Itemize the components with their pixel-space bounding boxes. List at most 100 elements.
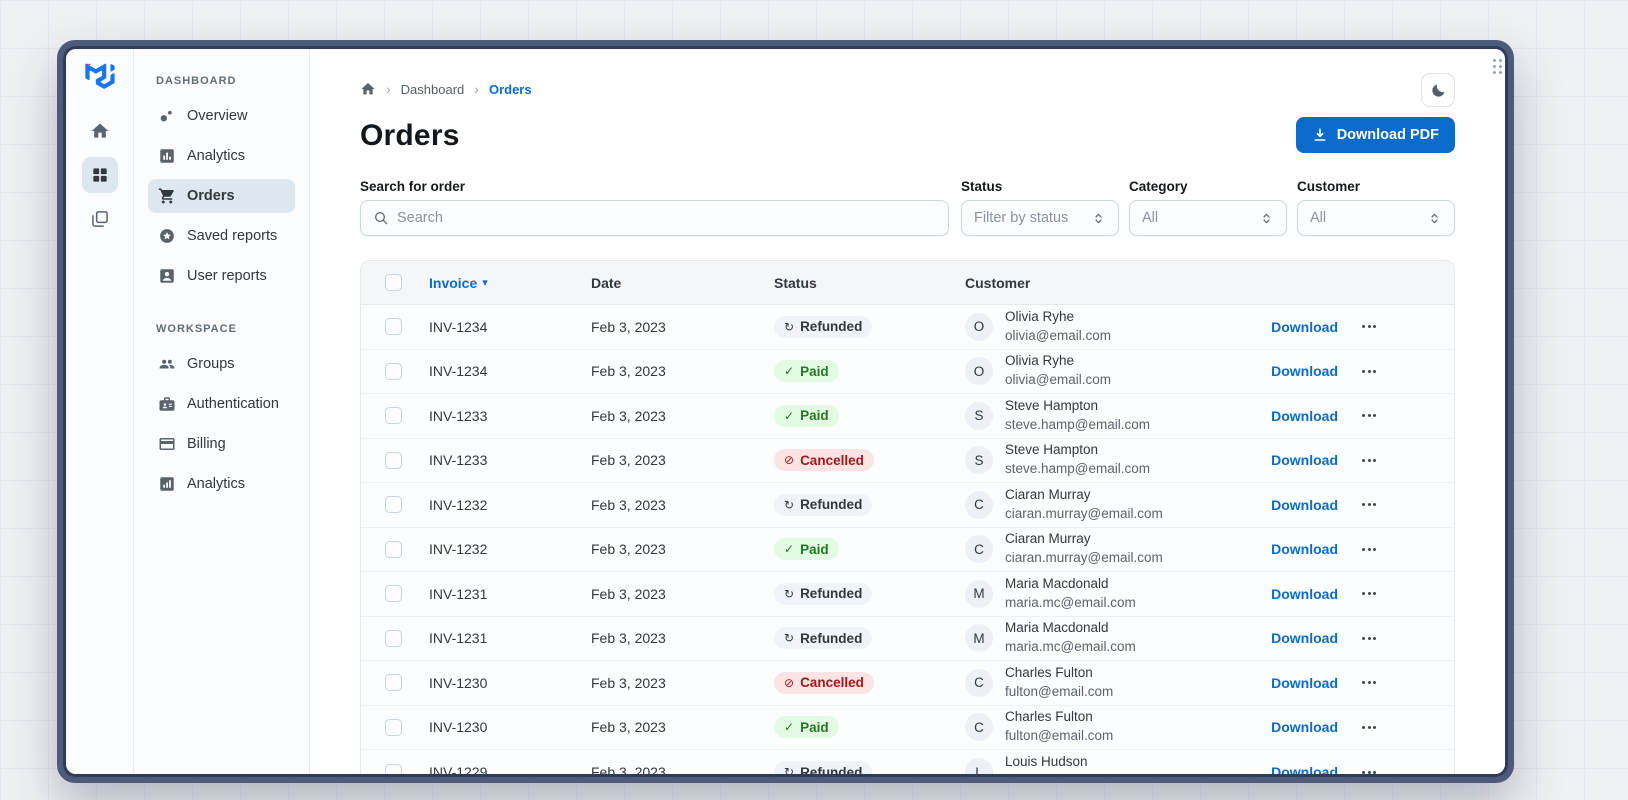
customer-email: fulton@email.com: [1005, 728, 1114, 744]
row-actions: Download: [1174, 319, 1454, 335]
row-checkbox[interactable]: [385, 718, 402, 736]
row-checkbox[interactable]: [385, 629, 402, 647]
sidebar-item-label: Saved reports: [187, 228, 278, 244]
sidebar-item-user-reports[interactable]: User reports: [148, 259, 295, 293]
status-cell: ↻ Refunded: [774, 761, 961, 774]
table-row: INV-1234 Feb 3, 2023 ✓ Paid O Olivia Ryhe oliv…: [361, 349, 1454, 394]
row-checkbox[interactable]: [385, 540, 402, 558]
ellipsis-icon[interactable]: [1362, 410, 1376, 421]
row-actions: Download: [1174, 541, 1454, 557]
row-checkbox[interactable]: [385, 407, 402, 425]
customer-name: Steve Hampton: [1005, 397, 1099, 413]
window-scrollbar[interactable]: [1493, 59, 1502, 74]
cart-icon: [158, 187, 176, 205]
avatar: C: [965, 668, 993, 697]
sidebar-item-orders[interactable]: Orders: [148, 179, 295, 213]
sidebar-item-groups[interactable]: Groups: [148, 347, 295, 381]
status-cell: ↻ Refunded: [774, 627, 961, 650]
row-checkbox[interactable]: [385, 362, 402, 380]
row-checkbox[interactable]: [385, 585, 402, 603]
search-input[interactable]: [397, 210, 936, 226]
date-cell: Feb 3, 2023: [591, 407, 666, 424]
filter-select-status[interactable]: Filter by status: [961, 200, 1119, 236]
download-link[interactable]: Download: [1271, 630, 1338, 646]
refresh-icon: ↻: [784, 631, 795, 646]
ellipsis-icon[interactable]: [1362, 366, 1376, 377]
ellipsis-icon[interactable]: [1362, 677, 1376, 688]
ellipsis-icon[interactable]: [1362, 455, 1376, 466]
sidebar-item-analytics[interactable]: Analytics: [148, 467, 295, 501]
customer-cell: C Charles Fulton fulton@email.com: [961, 664, 1174, 702]
theme-toggle-button[interactable]: [1421, 73, 1455, 107]
download-link[interactable]: Download: [1271, 719, 1338, 735]
ellipsis-icon[interactable]: [1362, 722, 1376, 733]
row-checkbox[interactable]: [385, 763, 402, 774]
row-actions: Download: [1174, 764, 1454, 774]
column-header-invoice[interactable]: Invoice ▾: [429, 275, 591, 291]
download-link[interactable]: Download: [1271, 319, 1338, 335]
column-header-customer[interactable]: Customer: [961, 275, 1174, 291]
row-actions: Download: [1174, 363, 1454, 379]
row-checkbox[interactable]: [385, 496, 402, 514]
ellipsis-icon[interactable]: [1362, 321, 1376, 332]
star-circle-icon: [158, 227, 176, 245]
column-header-status[interactable]: Status: [774, 275, 961, 291]
rail-item-layers[interactable]: [82, 201, 118, 237]
customer-cell: M Maria Macdonald maria.mc@email.com: [961, 575, 1174, 613]
download-link[interactable]: Download: [1271, 764, 1338, 774]
status-label: Refunded: [800, 764, 863, 774]
download-link[interactable]: Download: [1271, 675, 1338, 691]
home-icon: [90, 121, 110, 141]
row-checkbox[interactable]: [385, 451, 402, 469]
status-cell: ✓ Paid: [774, 404, 961, 427]
download-link[interactable]: Download: [1271, 586, 1338, 602]
breadcrumb-item-dashboard[interactable]: Dashboard: [401, 82, 465, 97]
home-icon[interactable]: [360, 81, 376, 97]
ellipsis-icon[interactable]: [1362, 588, 1376, 599]
filter-select-customer[interactable]: All: [1297, 200, 1455, 236]
customer-text: Maria Macdonald maria.mc@email.com: [1005, 575, 1136, 613]
row-actions: Download: [1174, 452, 1454, 468]
status-cell: ✓ Paid: [774, 538, 961, 561]
rail-item-home[interactable]: [82, 113, 118, 149]
sidebar-item-billing[interactable]: Billing: [148, 427, 295, 461]
download-link[interactable]: Download: [1271, 541, 1338, 557]
customer-cell: O Olivia Ryhe olivia@email.com: [961, 308, 1174, 346]
breadcrumb-item-orders[interactable]: Orders: [489, 82, 532, 97]
search-field[interactable]: [360, 200, 949, 236]
ellipsis-icon[interactable]: [1362, 633, 1376, 644]
customer-text: Maria Macdonald maria.mc@email.com: [1005, 619, 1136, 657]
row-checkbox[interactable]: [385, 674, 402, 692]
sidebar-item-analytics[interactable]: Analytics: [148, 139, 295, 173]
ellipsis-icon[interactable]: [1362, 767, 1376, 774]
sidebar-item-saved-reports[interactable]: Saved reports: [148, 219, 295, 253]
filter-group-category: Category All: [1129, 179, 1287, 236]
download-link[interactable]: Download: [1271, 363, 1338, 379]
select-value: Filter by status: [974, 210, 1069, 226]
row-checkbox[interactable]: [385, 318, 402, 336]
sidebar-item-overview[interactable]: Overview: [148, 99, 295, 133]
status-label: Refunded: [800, 497, 863, 513]
card-icon: [158, 435, 176, 453]
filter-select-category[interactable]: All: [1129, 200, 1287, 236]
rail-item-dashboard[interactable]: [81, 157, 118, 193]
sidebar-item-authentication[interactable]: Authentication: [148, 387, 295, 421]
select-all-cell: [361, 274, 429, 291]
download-link[interactable]: Download: [1271, 497, 1338, 513]
search-icon: [373, 210, 389, 226]
download-pdf-button[interactable]: Download PDF: [1295, 117, 1455, 153]
select-all-checkbox[interactable]: [385, 274, 402, 291]
status-label: Paid: [800, 541, 829, 557]
download-link[interactable]: Download: [1271, 452, 1338, 468]
download-link[interactable]: Download: [1271, 408, 1338, 424]
customer-name: Olivia Ryhe: [1005, 308, 1075, 324]
badge-icon: [158, 395, 176, 413]
ellipsis-icon[interactable]: [1362, 499, 1376, 510]
sidebar-item-label: Groups: [187, 356, 235, 372]
icon-rail: [66, 49, 134, 774]
avatar: M: [965, 579, 993, 608]
ellipsis-icon[interactable]: [1362, 544, 1376, 555]
row-actions: Download: [1174, 408, 1454, 424]
status-label: Refunded: [800, 586, 863, 602]
column-header-date[interactable]: Date: [591, 275, 774, 291]
